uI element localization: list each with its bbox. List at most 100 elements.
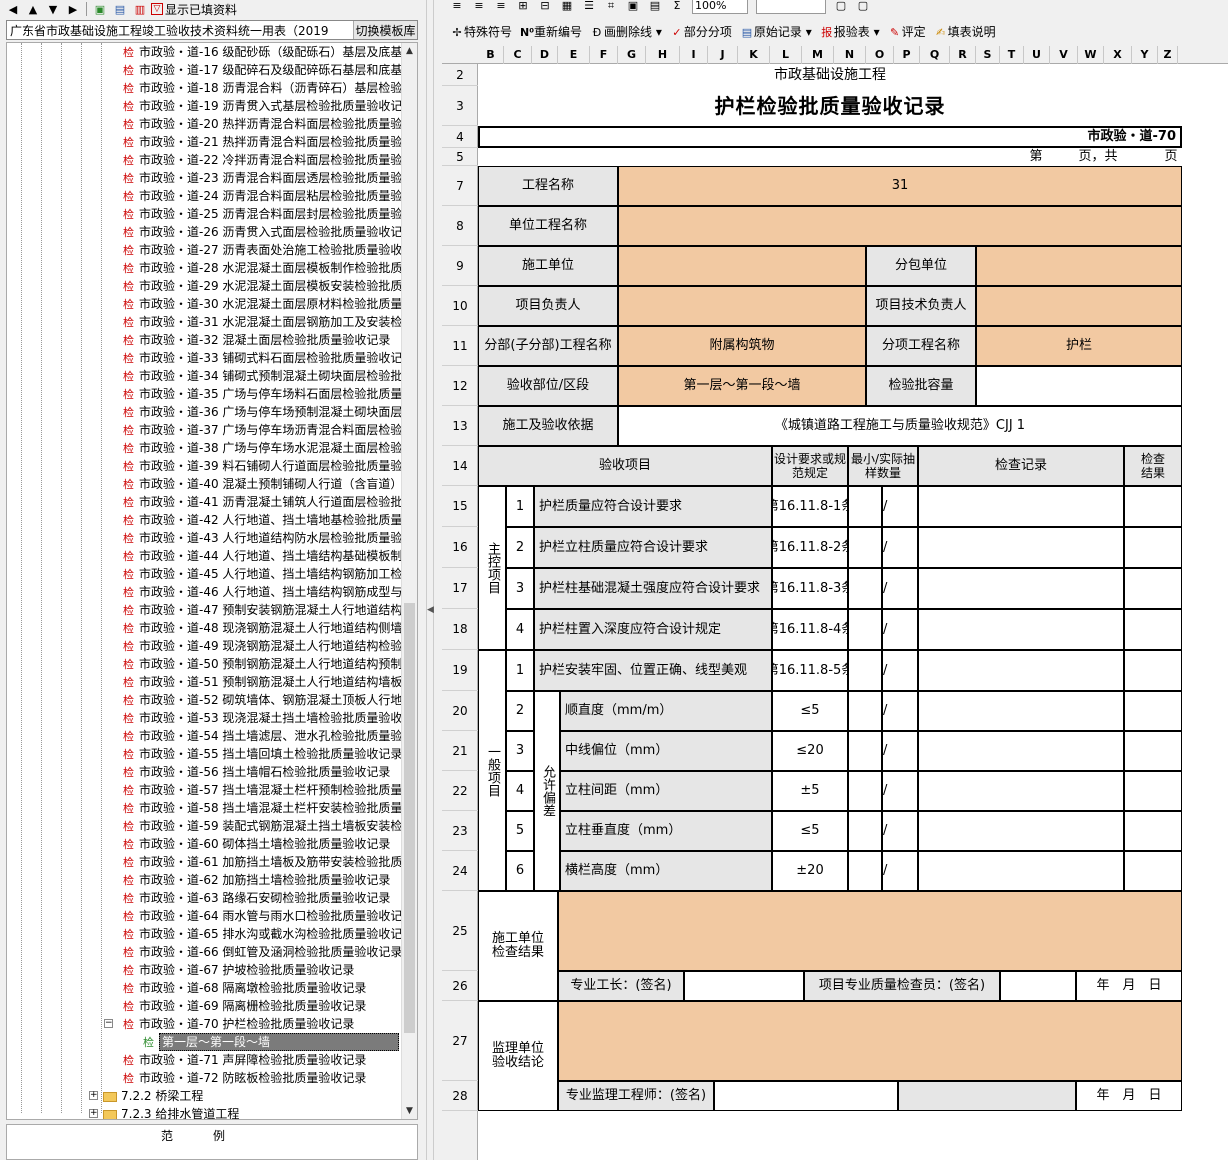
column-label[interactable]: Q xyxy=(920,46,950,64)
check-result[interactable] xyxy=(1124,527,1182,568)
tree-item[interactable]: 检市政验・道-69 隔离栅检验批质量验收记录 xyxy=(7,997,403,1015)
row-label[interactable]: 19 xyxy=(442,650,478,691)
tree-item[interactable]: 检市政验・道-63 路缘石安砌检验批质量验收记录 xyxy=(7,889,403,907)
renumber-button[interactable]: N⁰重新编号 xyxy=(520,23,582,40)
column-label[interactable]: F xyxy=(590,46,618,64)
check-record[interactable] xyxy=(918,771,1124,811)
tree-item[interactable]: 检市政验・道-34 铺砌式预制混凝土砌块面层检验批 xyxy=(7,367,403,385)
column-label[interactable]: P xyxy=(894,46,920,64)
arrow-right-icon[interactable]: ▶ xyxy=(64,1,82,17)
line-style-select[interactable] xyxy=(756,0,826,14)
splitter-grip[interactable] xyxy=(426,0,434,1160)
check-result[interactable] xyxy=(1124,771,1182,811)
column-label[interactable]: B xyxy=(478,46,504,64)
clip-icon[interactable]: ⌗ xyxy=(604,0,618,13)
row-label[interactable]: 12 xyxy=(442,366,478,406)
column-label[interactable]: G xyxy=(618,46,646,64)
check-record[interactable] xyxy=(918,811,1124,851)
tree-item-selected[interactable]: 检第一层～第一段～墙 xyxy=(7,1033,403,1051)
align-right-icon[interactable]: ≡ xyxy=(494,0,508,13)
tree-item[interactable]: 检市政验・道-48 现浇钢筋混凝土人行地道结构侧墙 xyxy=(7,619,403,637)
check-result[interactable] xyxy=(1124,811,1182,851)
delete-sheet-icon[interactable]: ▥ xyxy=(131,1,149,17)
tree-item[interactable]: 检市政验・道-52 砌筑墙体、钢筋混凝土顶板人行地 xyxy=(7,691,403,709)
panel-splitter[interactable]: ◀ xyxy=(420,0,442,1160)
tree-item[interactable]: 检市政验・道-29 水泥混凝土面层模板安装检验批质 xyxy=(7,277,403,295)
fill-icon[interactable]: ▢ xyxy=(856,0,870,13)
pm-value[interactable] xyxy=(618,286,866,326)
tree-item[interactable]: 检市政验・道-47 预制安装钢筋混凝土人行地道结构 xyxy=(7,601,403,619)
project-name-value[interactable]: 31 xyxy=(618,166,1182,206)
row-label[interactable]: 8 xyxy=(442,206,478,246)
column-label[interactable]: T xyxy=(1000,46,1024,64)
supervision-content[interactable] xyxy=(558,1001,1182,1081)
row-label[interactable]: 26 xyxy=(442,971,478,1001)
row-label[interactable]: 7 xyxy=(442,166,478,206)
tree-item[interactable]: 检市政验・道-35 广场与停车场料石面层检验批质量 xyxy=(7,385,403,403)
check-record[interactable] xyxy=(918,851,1124,891)
check-record[interactable] xyxy=(918,527,1124,568)
check-result[interactable] xyxy=(1124,691,1182,731)
foreman-sign[interactable] xyxy=(684,971,804,1001)
column-label[interactable]: O xyxy=(866,46,894,64)
row-label[interactable]: 22 xyxy=(442,771,478,811)
tree-item[interactable]: 检市政验・道-62 加筋挡土墙检验批质量验收记录 xyxy=(7,871,403,889)
tree-item[interactable]: 检市政验・道-36 广场与停车场预制混凝土砌块面层 xyxy=(7,403,403,421)
row-label[interactable]: 27 xyxy=(442,1001,478,1081)
arrow-down-icon[interactable]: ▼ xyxy=(44,1,62,17)
tree-scrollbar[interactable]: ▲ ▼ xyxy=(401,43,417,1119)
row-label[interactable]: 4 xyxy=(442,126,478,148)
column-label[interactable]: M xyxy=(802,46,834,64)
merge-icon[interactable]: ▦ xyxy=(560,0,574,13)
tree-item[interactable]: 检市政验・道-71 声屏障检验批质量验收记录 xyxy=(7,1051,403,1069)
tree-item[interactable]: 检市政验・道-59 装配式钢筋混凝土挡土墙板安装检 xyxy=(7,817,403,835)
partial-page-button[interactable]: ✓ 部分分项 xyxy=(670,23,732,40)
tree-item[interactable]: 检市政验・道-37 广场与停车场沥青混合料面层检验 xyxy=(7,421,403,439)
check-record[interactable] xyxy=(918,691,1124,731)
construction-result-content[interactable] xyxy=(558,891,1182,971)
delete-row-icon[interactable]: ⊟ xyxy=(538,0,552,13)
tree-item[interactable]: 检市政验・道-28 水泥混凝土面层模板制作检验批质 xyxy=(7,259,403,277)
switch-template-button[interactable]: 切换模板库 xyxy=(353,21,417,39)
row-label[interactable]: 21 xyxy=(442,731,478,771)
tree-item[interactable]: 检市政验・道-58 挡土墙混凝土栏杆安装检验批质量 xyxy=(7,799,403,817)
tree-item[interactable]: 检市政验・道-43 人行地道结构防水层检验批质量验 xyxy=(7,529,403,547)
zoom-select[interactable]: 100% xyxy=(692,0,748,14)
sample-min[interactable] xyxy=(848,771,882,811)
row-label[interactable]: 5 xyxy=(442,148,478,166)
page-total-input[interactable] xyxy=(1126,148,1156,166)
check-record[interactable] xyxy=(918,486,1124,527)
collapse-arrow-icon[interactable]: ◀ xyxy=(427,605,434,615)
row-label[interactable]: 17 xyxy=(442,568,478,609)
column-label[interactable]: D xyxy=(532,46,558,64)
tree-item[interactable]: 检市政验・道-23 沥青混合料面层透层检验批质量验 xyxy=(7,169,403,187)
original-record-button[interactable]: ▤ 原始记录 ▾ xyxy=(740,23,812,40)
supervisor-sign[interactable] xyxy=(714,1081,898,1111)
column-label[interactable]: W xyxy=(1078,46,1104,64)
document-tree[interactable]: 检市政验・道-16 级配砂砾（级配砾石）基层及底基检市政验・道-17 级配碎石及… xyxy=(6,42,418,1120)
construction-unit-value[interactable] xyxy=(618,246,866,286)
tree-item[interactable]: 检市政验・道-33 铺砌式料石面层检验批质量验收记 xyxy=(7,349,403,367)
row-label[interactable]: 3 xyxy=(442,86,478,126)
tree-item[interactable]: 检市政验・道-51 预制钢筋混凝土人行地道结构墙板 xyxy=(7,673,403,691)
tree-item[interactable]: 检市政验・道-27 沥青表面处治施工检验批质量验收 xyxy=(7,241,403,259)
tree-item[interactable]: 检市政验・道-56 挡土墙帽石检验批质量验收记录 xyxy=(7,763,403,781)
copy-sheet-icon[interactable]: ▤ xyxy=(111,1,129,17)
check-record[interactable] xyxy=(918,609,1124,650)
row-label[interactable]: 2 xyxy=(442,64,478,86)
row-label[interactable]: 16 xyxy=(442,527,478,568)
sample-min[interactable] xyxy=(848,851,882,891)
report-check-button[interactable]: 报报验表 ▾ xyxy=(820,23,879,40)
tree-item[interactable]: 检市政验・道-19 沥青贯入式基层检验批质量验收记 xyxy=(7,97,403,115)
location-value[interactable]: 第一层～第一段～墙 xyxy=(618,366,866,406)
sample-min[interactable] xyxy=(848,527,882,568)
batch-value[interactable] xyxy=(976,366,1182,406)
sample-min[interactable] xyxy=(848,731,882,771)
column-label[interactable]: R xyxy=(950,46,976,64)
evaluate-button[interactable]: ✎ 评定 xyxy=(888,23,926,40)
sample-min[interactable] xyxy=(848,568,882,609)
expand-node-icon[interactable]: + xyxy=(89,1109,98,1118)
insert-row-icon[interactable]: ⊞ xyxy=(516,0,530,13)
sample-min[interactable] xyxy=(848,486,882,527)
special-symbol-button[interactable]: ✢ 特殊符号 xyxy=(450,23,512,40)
